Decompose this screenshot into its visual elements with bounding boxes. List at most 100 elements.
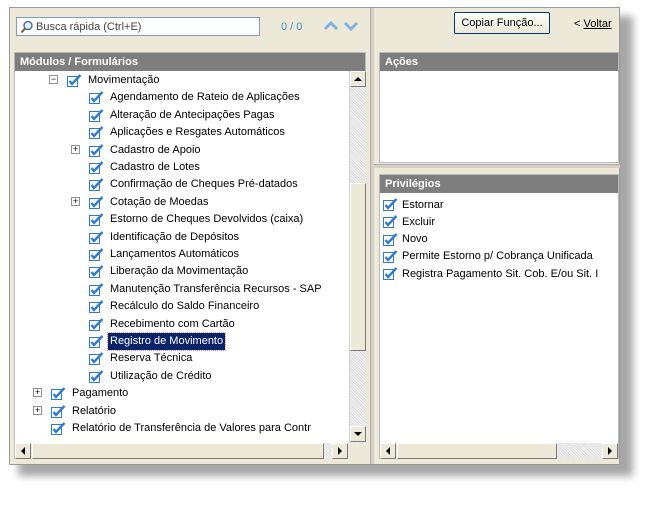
back-label: Voltar xyxy=(583,18,612,30)
search-box[interactable] xyxy=(16,17,260,36)
permissions-window: 0 / 0 Módulos / Formulários − Movimentaçã… xyxy=(9,7,620,465)
tree-item-label: Registro de Movimento xyxy=(106,332,227,351)
scroll-left-button[interactable] xyxy=(15,443,31,459)
privilege-item[interactable]: Permite Estorno p/ Cobrança Unificada xyxy=(383,248,593,265)
tree-item[interactable]: Agendamento de Rateio de Aplicações xyxy=(69,89,302,106)
arrow-down-icon xyxy=(354,432,362,436)
arrow-right-icon xyxy=(338,447,342,455)
privilege-item[interactable]: Excluir xyxy=(383,213,435,230)
search-input[interactable] xyxy=(36,20,259,33)
checkbox-checked-icon[interactable] xyxy=(89,230,104,244)
privilege-item[interactable]: Registra Pagamento Sit. Cob. E/ou Sit. I xyxy=(383,265,598,282)
checkbox-checked-icon[interactable] xyxy=(89,369,104,383)
checkbox-checked-icon[interactable] xyxy=(89,126,104,140)
modules-panel-title: Módulos / Formulários xyxy=(15,53,365,71)
tree-item[interactable]: Lançamentos Automáticos xyxy=(69,246,241,263)
checkbox-checked-icon[interactable] xyxy=(383,198,398,211)
scroll-thumb[interactable] xyxy=(32,443,324,459)
scroll-down-button[interactable] xyxy=(350,426,366,442)
checkbox-checked-icon[interactable] xyxy=(51,422,66,435)
search-result-counter: 0 / 0 xyxy=(281,21,303,33)
checkbox-checked-icon[interactable] xyxy=(67,74,82,87)
checkbox-checked-icon[interactable] xyxy=(89,352,104,366)
tree-item[interactable]: Utilização de Crédito xyxy=(69,368,214,385)
checkbox-checked-icon[interactable] xyxy=(383,267,398,281)
checkbox-checked-icon[interactable] xyxy=(89,143,104,157)
tree-horizontal-scrollbar[interactable] xyxy=(15,443,349,459)
expand-icon[interactable]: + xyxy=(71,196,80,206)
expand-icon[interactable]: + xyxy=(33,388,42,398)
checkbox-checked-icon[interactable] xyxy=(89,91,104,105)
checkbox-checked-icon[interactable] xyxy=(89,161,104,174)
tree-item[interactable]: + Cadastro de Apoio xyxy=(69,142,203,159)
tree-item[interactable]: Manutenção Transferência Recursos - SAP xyxy=(69,281,324,298)
tree-vertical-scrollbar[interactable] xyxy=(349,71,366,443)
checkbox-checked-icon[interactable] xyxy=(383,232,398,246)
privilege-item[interactable]: Novo xyxy=(383,231,428,248)
checkbox-checked-icon[interactable] xyxy=(51,387,66,401)
tree-item[interactable]: Identificação de Depósitos xyxy=(69,229,241,246)
privilege-label: Estornar xyxy=(402,198,444,211)
scroll-left-button[interactable] xyxy=(380,443,396,459)
tree-item[interactable]: Cadastro de Lotes xyxy=(69,159,202,176)
tree-item-label: Recebimento com Cartão xyxy=(110,317,235,330)
scroll-right-button[interactable] xyxy=(602,443,618,459)
chevron-up-icon[interactable] xyxy=(323,21,339,31)
checkbox-checked-icon[interactable] xyxy=(89,248,104,261)
privilege-item[interactable]: Estornar xyxy=(383,196,444,213)
checkbox-checked-icon[interactable] xyxy=(89,195,104,209)
tree-item[interactable]: Registro de Movimento xyxy=(69,332,227,351)
scroll-thumb[interactable] xyxy=(350,183,366,351)
tree-item-label: Relatório de Transferência de Valores pa… xyxy=(72,422,311,434)
tree-item-label: Aplicações e Resgates Automáticos xyxy=(110,126,285,139)
checkbox-checked-icon[interactable] xyxy=(89,265,104,279)
checkbox-checked-icon[interactable] xyxy=(51,404,66,418)
checkbox-checked-icon[interactable] xyxy=(89,282,104,296)
privileges-panel: Privilégios Estornar Excluir Novo Permite E… xyxy=(379,174,619,459)
scroll-thumb[interactable] xyxy=(397,443,557,459)
checkbox-checked-icon[interactable] xyxy=(89,178,104,192)
search-icon xyxy=(20,20,33,33)
checkbox-checked-icon[interactable] xyxy=(89,317,104,331)
tree-item[interactable]: Liberação da Movimentação xyxy=(69,263,250,280)
horizontal-splitter[interactable] xyxy=(374,164,620,168)
tree-item[interactable]: + Relatório xyxy=(31,403,118,420)
tree-item-label: Recálculo do Saldo Financeiro xyxy=(110,300,260,313)
tree-item[interactable]: Confirmação de Cheques Pré-datados xyxy=(69,176,300,193)
expand-icon[interactable]: + xyxy=(71,144,80,154)
checkbox-checked-icon[interactable] xyxy=(89,213,104,227)
privileges-horizontal-scrollbar[interactable] xyxy=(380,443,618,459)
checkbox-checked-icon[interactable] xyxy=(89,300,104,314)
chevron-down-icon[interactable] xyxy=(343,21,359,31)
tree-item[interactable]: + Pagamento xyxy=(31,385,130,402)
tree-item[interactable]: + Cotação de Moedas xyxy=(69,194,210,211)
back-link[interactable]: < Voltar xyxy=(574,18,612,30)
tree-item[interactable]: Reserva Técnica xyxy=(69,350,194,367)
checkbox-checked-icon[interactable] xyxy=(89,335,104,348)
scroll-up-button[interactable] xyxy=(350,71,366,87)
collapse-icon[interactable]: − xyxy=(49,75,58,84)
tree-item-label: Utilização de Crédito xyxy=(110,369,212,382)
copy-function-button[interactable]: Copiar Função... xyxy=(454,12,550,34)
checkbox-checked-icon[interactable] xyxy=(89,108,104,122)
tree-item[interactable]: Estorno de Cheques Devolvidos (caixa) xyxy=(69,211,305,228)
tree-item-label: Liberação da Movimentação xyxy=(110,265,249,278)
privilege-label: Novo xyxy=(402,233,428,246)
scroll-right-button[interactable] xyxy=(332,443,348,459)
tree-item[interactable]: Recebimento com Cartão xyxy=(69,316,237,333)
tree-item[interactable]: Relatório de Transferência de Valores pa… xyxy=(31,420,313,437)
tree-item-label: Cadastro de Lotes xyxy=(110,161,200,173)
tree-item-label: Cadastro de Apoio xyxy=(110,143,201,156)
tree-item-label: Cotação de Moedas xyxy=(110,195,209,208)
tree-item-label: Agendamento de Rateio de Aplicações xyxy=(110,91,300,104)
checkbox-checked-icon[interactable] xyxy=(383,215,398,229)
tree-item[interactable]: Aplicações e Resgates Automáticos xyxy=(69,124,287,141)
checkbox-checked-icon[interactable] xyxy=(383,250,398,263)
tree-item[interactable]: Alteração de Antecipações Pagas xyxy=(69,107,277,124)
expand-icon[interactable]: + xyxy=(33,405,42,415)
actions-panel-title: Ações xyxy=(380,53,618,71)
tree-item-label: Pagamento xyxy=(72,387,129,400)
tree-item[interactable]: Recálculo do Saldo Financeiro xyxy=(69,298,261,315)
tree-item[interactable]: − Movimentação xyxy=(47,72,162,89)
privileges-list: Estornar Excluir Novo Permite Estorno p/ Co… xyxy=(380,193,618,443)
